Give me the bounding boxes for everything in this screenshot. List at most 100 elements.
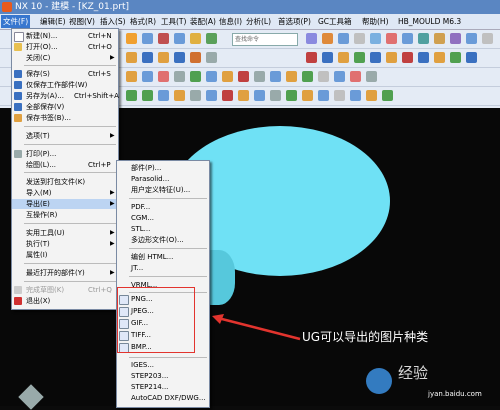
export-item-pdf[interactable]: PDF... xyxy=(117,202,209,212)
export-item-iges[interactable]: IGES... xyxy=(117,360,209,370)
toolbar-icon[interactable] xyxy=(174,33,185,44)
menu-hb-mould[interactable]: HB_MOULD M6.3 xyxy=(398,14,461,29)
menu-item-close[interactable]: 关闭(C) ▶ xyxy=(12,53,118,63)
toolbar-icon[interactable] xyxy=(482,33,493,44)
menu-item-plot[interactable]: 绘图(L)... Ctrl+P xyxy=(12,160,118,170)
toolbar-icon[interactable] xyxy=(366,90,377,101)
menu-analysis[interactable]: 分析(L) xyxy=(246,14,271,29)
toolbar-icon[interactable] xyxy=(318,90,329,101)
toolbar-icon[interactable] xyxy=(322,33,333,44)
toolbar-icon[interactable] xyxy=(386,52,397,63)
toolbar-icon[interactable] xyxy=(158,90,169,101)
export-item-stl[interactable]: STL... xyxy=(117,224,209,234)
toolbar-icon[interactable] xyxy=(206,71,217,82)
menu-help[interactable]: 帮助(H) xyxy=(362,14,389,29)
toolbar-icon[interactable] xyxy=(338,52,349,63)
toolbar-icon[interactable] xyxy=(222,71,233,82)
export-item-jt[interactable]: JT... xyxy=(117,263,209,273)
toolbar-icon[interactable] xyxy=(306,52,317,63)
menu-view[interactable]: 视图(V) xyxy=(69,14,95,29)
toolbar-icon[interactable] xyxy=(158,33,169,44)
menu-item-execute[interactable]: 执行(T) ▶ xyxy=(12,239,118,249)
toolbar-icon[interactable] xyxy=(402,33,413,44)
menu-preferences[interactable]: 首选项(P) xyxy=(278,14,311,29)
toolbar-icon[interactable] xyxy=(334,71,345,82)
export-item-udf[interactable]: 用户定义特征(U)... xyxy=(117,185,209,195)
menu-item-new[interactable]: 新建(N)... Ctrl+N xyxy=(12,31,118,42)
menu-gc-toolbox[interactable]: GC工具箱 xyxy=(318,14,352,29)
menu-item-save-bookmark[interactable]: 保存书签(B)... xyxy=(12,113,118,123)
toolbar-icon[interactable] xyxy=(322,52,333,63)
toolbar-icon[interactable] xyxy=(238,90,249,101)
toolbar-icon[interactable] xyxy=(206,90,217,101)
toolbar-icon[interactable] xyxy=(206,52,217,63)
toolbar-icon[interactable] xyxy=(254,90,265,101)
toolbar-icon[interactable] xyxy=(306,33,317,44)
toolbar-icon[interactable] xyxy=(142,52,153,63)
toolbar-icon[interactable] xyxy=(434,33,445,44)
toolbar-icon[interactable] xyxy=(142,71,153,82)
toolbar-icon[interactable] xyxy=(450,33,461,44)
toolbar-icon[interactable] xyxy=(338,33,349,44)
menu-item-interoperate[interactable]: 互操作(R) xyxy=(12,210,118,220)
toolbar-icon[interactable] xyxy=(466,52,477,63)
menu-information[interactable]: 信息(I) xyxy=(219,14,242,29)
menu-item-save-work-part[interactable]: 仅保存工作部件(W) xyxy=(12,80,118,90)
toolbar-icon[interactable] xyxy=(190,71,201,82)
export-item-html[interactable]: 编创 HTML... xyxy=(117,252,209,262)
toolbar-icon[interactable] xyxy=(370,52,381,63)
toolbar-icon[interactable] xyxy=(158,52,169,63)
menu-file[interactable]: 文件(F) xyxy=(1,15,31,28)
toolbar-icon[interactable] xyxy=(270,71,281,82)
menu-item-print[interactable]: 打印(P)... xyxy=(12,149,118,159)
command-finder-input[interactable]: 查找命令 xyxy=(232,33,298,46)
menu-insert[interactable]: 插入(S) xyxy=(100,14,126,29)
menu-item-send-to-package[interactable]: 发送到打包文件(K) xyxy=(12,177,118,187)
toolbar-icon[interactable] xyxy=(126,90,137,101)
toolbar-icon[interactable] xyxy=(174,90,185,101)
export-item-parasolid[interactable]: Parasolid... xyxy=(117,174,209,184)
menu-edit[interactable]: 编辑(E) xyxy=(40,14,66,29)
menu-item-utilities[interactable]: 实用工具(U) ▶ xyxy=(12,228,118,238)
toolbar-icon[interactable] xyxy=(142,33,153,44)
toolbar-icon[interactable] xyxy=(302,71,313,82)
export-item-step214[interactable]: STEP214... xyxy=(117,382,209,392)
toolbar-icon[interactable] xyxy=(450,52,461,63)
toolbar-icon[interactable] xyxy=(126,52,137,63)
toolbar-icon[interactable] xyxy=(222,90,233,101)
toolbar-icon[interactable] xyxy=(334,90,345,101)
menu-item-save-as[interactable]: 另存为(A)... Ctrl+Shift+A xyxy=(12,91,119,101)
export-item-step203[interactable]: STEP203... xyxy=(117,371,209,381)
toolbar-icon[interactable] xyxy=(382,90,393,101)
toolbar-icon[interactable] xyxy=(206,33,217,44)
toolbar-icon[interactable] xyxy=(434,52,445,63)
menu-item-recent-parts[interactable]: 最近打开的部件(Y) ▶ xyxy=(12,268,118,278)
export-item-cgm[interactable]: CGM... xyxy=(117,213,209,223)
toolbar-icon[interactable] xyxy=(418,52,429,63)
toolbar-icon[interactable] xyxy=(354,52,365,63)
menu-item-save-all[interactable]: 全部保存(V) xyxy=(12,102,118,112)
toolbar-icon[interactable] xyxy=(350,71,361,82)
toolbar-icon[interactable] xyxy=(238,71,249,82)
toolbar-icon[interactable] xyxy=(350,90,361,101)
toolbar-icon[interactable] xyxy=(286,71,297,82)
export-item-part[interactable]: 部件(P)... xyxy=(117,163,209,173)
toolbar-icon[interactable] xyxy=(190,90,201,101)
toolbar-icon[interactable] xyxy=(354,33,365,44)
toolbar-icon[interactable] xyxy=(174,52,185,63)
toolbar-icon[interactable] xyxy=(418,33,429,44)
menu-assembly[interactable]: 装配(A) xyxy=(190,14,216,29)
toolbar-icon[interactable] xyxy=(466,33,477,44)
menu-item-export[interactable]: 导出(E) ▶ xyxy=(12,199,118,209)
toolbar-icon[interactable] xyxy=(366,71,377,82)
menu-item-options[interactable]: 选项(T) ▶ xyxy=(12,131,118,141)
menu-format[interactable]: 格式(R) xyxy=(130,14,156,29)
toolbar-icon[interactable] xyxy=(254,71,265,82)
menu-item-import[interactable]: 导入(M) ▶ xyxy=(12,188,118,198)
menu-item-properties[interactable]: 属性(I) xyxy=(12,250,118,260)
toolbar-icon[interactable] xyxy=(318,71,329,82)
menu-tools[interactable]: 工具(T) xyxy=(161,14,186,29)
toolbar-icon[interactable] xyxy=(402,52,413,63)
toolbar-icon[interactable] xyxy=(286,90,297,101)
toolbar-icon[interactable] xyxy=(302,90,313,101)
